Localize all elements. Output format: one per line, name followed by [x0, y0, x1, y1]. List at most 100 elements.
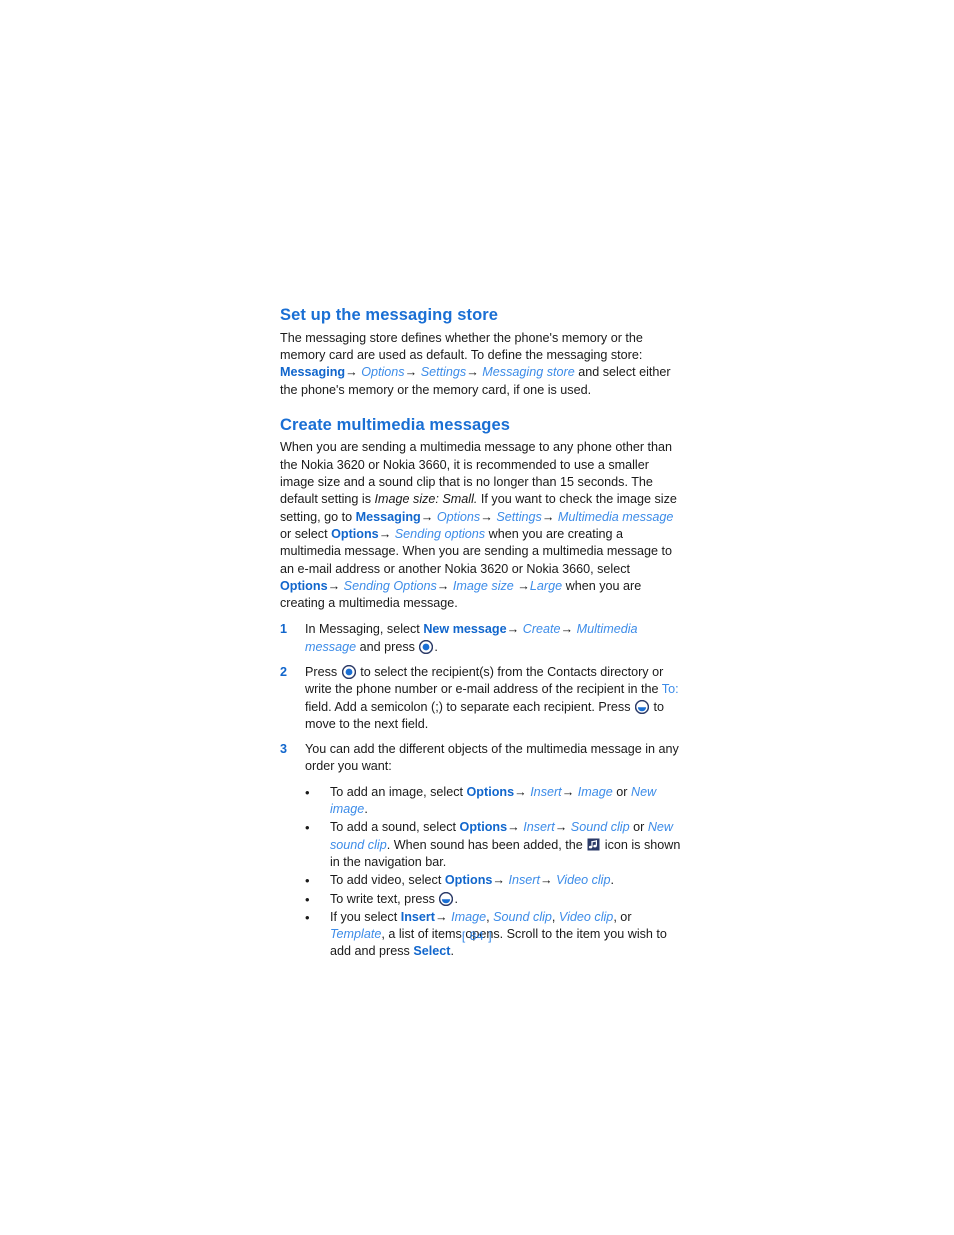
menu-item-video-clip: Video clip [558, 909, 614, 924]
list-item: • To write text, press . [305, 891, 682, 908]
list-item: • To add an image, select Options→ Inser… [305, 784, 682, 819]
step-mid-text-2: field. Add a semicolon (;) to separate e… [305, 699, 635, 714]
bullet-tail-text: . [454, 891, 458, 906]
bullet-lead-text: To write text, press [330, 891, 439, 906]
menu-item-image-size: Image size [452, 578, 514, 593]
arrow-glyph: → [554, 820, 568, 835]
bullet-text: To write text, press . [330, 891, 682, 908]
menu-item-video-clip: Video clip [556, 873, 611, 888]
step-text: In Messaging, select New message→ Create… [305, 621, 682, 656]
arrow-glyph: → [540, 873, 553, 888]
arrow-glyph: → [560, 622, 574, 637]
arrow-glyph: → [541, 509, 555, 524]
step-number: 1 [280, 622, 288, 637]
path-tail-text: or select [280, 526, 332, 541]
bullet-lead-text: To add an image, select [330, 784, 467, 799]
step-number: 2 [280, 665, 288, 679]
menu-command-options: Options [466, 784, 515, 799]
menu-item-sound-clip: Sound clip [570, 820, 630, 835]
arrow-glyph: → [561, 784, 575, 799]
menu-command-options: Options [459, 820, 508, 835]
menu-command-messaging: Messaging [280, 365, 346, 380]
menu-command-select: Select [413, 944, 451, 959]
bullet-lead-text: To add a sound, select [330, 820, 460, 835]
arrow-glyph: → [507, 820, 520, 835]
step-body-text: You can add the different objects of the… [305, 742, 679, 774]
menu-item-messaging-store: Messaging store [482, 365, 575, 380]
list-item: • To add a sound, select Options→ Insert… [305, 819, 682, 871]
step-text-before-icon: and press [356, 639, 419, 654]
emphasis-image-size-small: Image size: Small. [374, 492, 478, 507]
bullet-text: To add video, select Options→ Insert→ Vi… [330, 872, 682, 889]
bullet-dot-icon: • [305, 873, 310, 889]
menu-command-new-message: New message [423, 622, 507, 637]
menu-item-image: Image [451, 909, 487, 924]
menu-command-options: Options [331, 526, 379, 541]
menu-item-image: Image [577, 784, 613, 799]
bullet-text: To add a sound, select Options→ Insert→ … [330, 819, 682, 871]
menu-item-sending-options: Sending options [394, 526, 486, 541]
bullet-dot-icon: • [305, 820, 310, 836]
page-number-footer: [ 84 ] [461, 929, 493, 943]
joystick-scroll-down-icon [439, 891, 454, 906]
separator-text: , [551, 909, 559, 924]
menu-item-sound-clip: Sound clip [493, 909, 552, 924]
arrow-glyph: → [378, 526, 392, 541]
list-item: • To add video, select Options→ Insert→ … [305, 872, 682, 889]
bullet-mid-text: . When sound has been added, the [386, 837, 587, 852]
arrow-glyph: → [466, 365, 479, 380]
field-label-to: To: [661, 682, 679, 697]
menu-item-options: Options [436, 509, 481, 524]
conjunction-text: or [629, 820, 648, 835]
conjunction-text: or [612, 784, 631, 799]
heading-create-multimedia-messages: Create multimedia messages [280, 415, 511, 434]
menu-command-options: Options [444, 873, 493, 888]
arrow-glyph: → [345, 365, 358, 380]
arrow-glyph: → [514, 784, 527, 799]
step-lead-text: Press [305, 665, 341, 679]
joystick-press-icon [341, 664, 356, 680]
arrow-glyph: → [420, 509, 434, 524]
menu-item-settings: Settings [420, 365, 467, 380]
arrow-glyph: → [327, 578, 341, 593]
step-text: Press to select the recipient(s) from th… [305, 664, 682, 733]
menu-item-insert: Insert [530, 784, 562, 799]
arrow-glyph: → [492, 873, 505, 888]
menu-item-insert: Insert [523, 820, 555, 835]
bullet-lead-text: To add video, select [330, 873, 445, 888]
paragraph-messaging-store-intro: The messaging store defines whether the … [280, 330, 643, 362]
arrow-glyph: → [517, 578, 530, 593]
document-body: Set up the messaging store The messaging… [280, 305, 682, 962]
bullet-dot-icon: • [305, 891, 310, 907]
menu-command-messaging: Messaging [355, 509, 421, 524]
arrow-glyph: → [480, 509, 493, 524]
step-item: 1 In Messaging, select New message→ Crea… [280, 621, 682, 656]
paragraph-multimedia-intro: When you are sending a multimedia messag… [280, 439, 682, 612]
menu-item-sending-options: Sending Options [343, 578, 437, 593]
joystick-press-icon [419, 639, 434, 654]
step-item: 2 Press to select the recipient(s) from … [280, 664, 682, 733]
bullet-lead-text: If you select [330, 909, 401, 924]
heading-set-up-messaging-store: Set up the messaging store [280, 306, 499, 324]
bullet-tail-text: . [364, 802, 368, 817]
menu-item-multimedia-message: Multimedia message [557, 509, 674, 524]
step-lead-text: In Messaging, select [305, 622, 424, 637]
numbered-step-list: 1 In Messaging, select New message→ Crea… [280, 621, 682, 961]
arrow-glyph: → [506, 622, 520, 637]
bullet-text: To add an image, select Options→ Insert→… [330, 784, 682, 819]
step-text-after-icon: . [434, 639, 438, 654]
menu-item-options: Options [361, 365, 405, 380]
joystick-scroll-down-icon [634, 699, 650, 714]
arrow-glyph: → [436, 578, 450, 593]
paragraph-messaging-store-path: Messaging→ Options→ Settings→ Messaging … [280, 364, 682, 399]
bullet-tail-text: . [450, 944, 454, 959]
menu-command-options: Options [280, 578, 328, 593]
bullet-tail-text: . [610, 873, 614, 888]
step-mid-text-1: to select the recipient(s) from the Cont… [305, 665, 664, 697]
menu-item-large: Large [529, 578, 563, 593]
separator-text: , or [613, 909, 632, 924]
bullet-dot-icon: • [305, 784, 310, 800]
arrow-glyph: → [435, 909, 448, 924]
menu-command-insert: Insert [400, 909, 435, 924]
menu-item-settings: Settings [496, 509, 542, 524]
